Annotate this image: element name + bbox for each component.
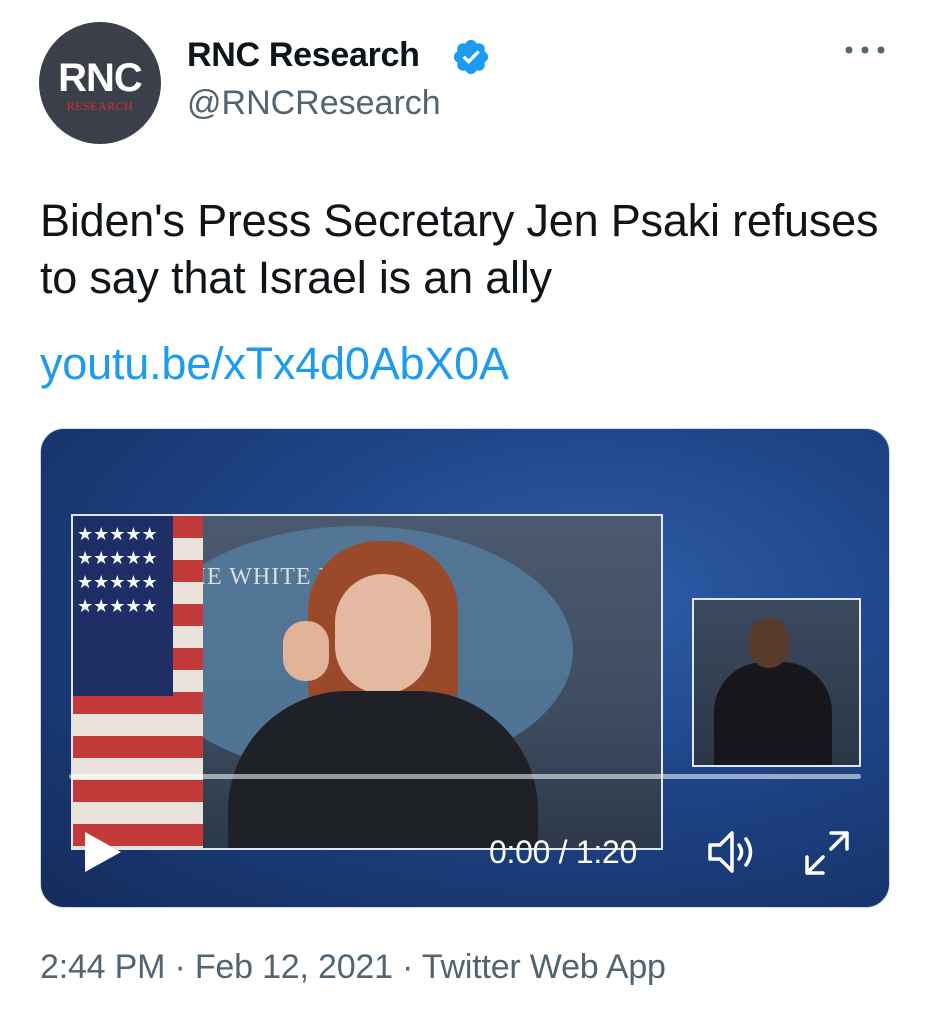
speaker-face [335,574,431,694]
interpreter-frame [692,598,861,767]
more-icon[interactable] [843,38,887,62]
flag: ★★★★★★★★★★★★★★★★★★★★ [73,516,203,848]
author-handle[interactable]: @RNCResearch [187,84,441,123]
play-icon[interactable] [81,829,125,875]
progress-bar[interactable] [69,774,861,779]
flag-canton: ★★★★★★★★★★★★★★★★★★★★ [73,516,173,696]
verified-badge-icon [453,39,489,75]
volume-icon[interactable] [706,827,758,877]
avatar-logo-text: RNC [58,56,143,100]
avatar[interactable]: RNC RESEARCH [39,22,161,144]
video-player[interactable]: THE WHITE HOUSE ★★★★★★★★★★★★★★★★★★★★ 0:0… [40,428,890,908]
author-name[interactable]: RNC Research [187,36,420,75]
tweet-link[interactable]: youtu.be/xTx4d0AbX0A [40,338,509,390]
tweet-text: Biden's Press Secretary Jen Psaki refuse… [40,195,879,303]
interpreter-head [749,618,789,668]
speaker-hand [283,621,329,681]
tweet-meta: 2:44 PM · Feb 12, 2021 · Twitter Web App [40,948,666,986]
video-main-frame: THE WHITE HOUSE ★★★★★★★★★★★★★★★★★★★★ [71,514,663,850]
time-display: 0:00 / 1:20 [489,834,637,870]
avatar-logo-subtext: RESEARCH [66,99,134,113]
interpreter-body [714,662,832,765]
expand-icon[interactable] [801,827,853,879]
